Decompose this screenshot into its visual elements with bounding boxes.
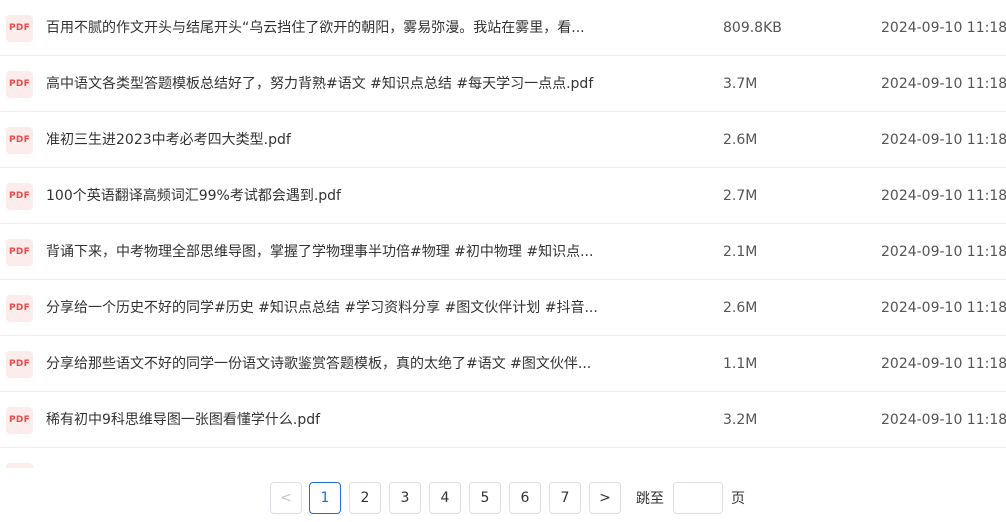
file-name-link[interactable]: 100个英语翻译高频词汇99%考试都会遇到.pdf [46, 168, 606, 224]
file-size: 2.6M [723, 132, 758, 148]
file-name-link[interactable]: 准初三生进2023中考必考四大类型.pdf [46, 112, 606, 168]
pdf-icon: PDF [6, 463, 33, 468]
file-date: 2024-09-10 11:18 [881, 132, 1006, 148]
pdf-icon: PDF [6, 239, 33, 266]
file-name-link[interactable]: 分享给那些语文不好的同学一份语文诗歌鉴赏答题模板，真的太绝了#语文 #图文伙伴.… [46, 336, 606, 392]
pdf-icon: PDF [6, 351, 33, 378]
pdf-icon: PDF [6, 71, 33, 98]
file-date: 2024-09-10 11:18 [881, 412, 1006, 428]
file-row[interactable]: PDF 分享给一个历史不好的同学#历史 #知识点总结 #学习资料分享 #图文伙伴… [0, 280, 1006, 336]
next-page-button[interactable]: > [589, 482, 621, 514]
file-size: 2.1M [723, 244, 758, 260]
page-button-3[interactable]: 3 [389, 482, 421, 514]
pdf-icon: PDF [6, 127, 33, 154]
file-list: PDF 百用不腻的作文开头与结尾开头“乌云挡住了欲开的朝阳，雾易弥漫。我站在雾里… [0, 0, 1006, 448]
file-date: 2024-09-10 11:18 [881, 20, 1006, 36]
jump-to-label: 跳至 [636, 491, 664, 507]
prev-page-button[interactable]: < [270, 482, 302, 514]
file-name-link[interactable]: 稀有初中9科思维导图一张图看懂学什么.pdf [46, 392, 606, 448]
page-button-6[interactable]: 6 [509, 482, 541, 514]
file-row-partial[interactable]: PDF [0, 448, 1006, 468]
file-size: 809.8KB [723, 20, 782, 36]
file-date: 2024-09-10 11:18 [881, 244, 1006, 260]
pdf-icon: PDF [6, 183, 33, 210]
file-name-link[interactable]: 分享给一个历史不好的同学#历史 #知识点总结 #学习资料分享 #图文伙伴计划 #… [46, 280, 606, 336]
pdf-icon: PDF [6, 407, 33, 434]
file-row[interactable]: PDF 背诵下来，中考物理全部思维导图，掌握了学物理事半功倍#物理 #初中物理 … [0, 224, 1006, 280]
file-row[interactable]: PDF 分享给那些语文不好的同学一份语文诗歌鉴赏答题模板，真的太绝了#语文 #图… [0, 336, 1006, 392]
file-row[interactable]: PDF 百用不腻的作文开头与结尾开头“乌云挡住了欲开的朝阳，雾易弥漫。我站在雾里… [0, 0, 1006, 56]
file-date: 2024-09-10 11:18 [881, 300, 1006, 316]
file-size: 3.7M [723, 76, 758, 92]
file-size: 2.7M [723, 188, 758, 204]
page-button-4[interactable]: 4 [429, 482, 461, 514]
page-button-7[interactable]: 7 [549, 482, 581, 514]
file-date: 2024-09-10 11:18 [881, 356, 1006, 372]
file-name-link[interactable]: 背诵下来，中考物理全部思维导图，掌握了学物理事半功倍#物理 #初中物理 #知识点… [46, 224, 606, 280]
pagination: < 1 2 3 4 5 6 7 > 跳至 页 [0, 482, 1006, 522]
jump-page-suffix: 页 [731, 491, 745, 507]
file-date: 2024-09-10 11:18 [881, 76, 1006, 92]
file-row[interactable]: PDF 稀有初中9科思维导图一张图看懂学什么.pdf 3.2M 2024-09-… [0, 392, 1006, 448]
file-row[interactable]: PDF 高中语文各类型答题模板总结好了，努力背熟#语文 #知识点总结 #每天学习… [0, 56, 1006, 112]
file-size: 3.2M [723, 412, 758, 428]
page-button-5[interactable]: 5 [469, 482, 501, 514]
file-size: 1.1M [723, 356, 758, 372]
file-row[interactable]: PDF 准初三生进2023中考必考四大类型.pdf 2.6M 2024-09-1… [0, 112, 1006, 168]
file-size: 2.6M [723, 300, 758, 316]
file-name-link[interactable]: 高中语文各类型答题模板总结好了，努力背熟#语文 #知识点总结 #每天学习一点点.… [46, 56, 606, 112]
file-date: 2024-09-10 11:18 [881, 188, 1006, 204]
pdf-icon: PDF [6, 15, 33, 42]
pdf-icon: PDF [6, 295, 33, 322]
jump-page-input[interactable] [673, 482, 723, 514]
file-row[interactable]: PDF 100个英语翻译高频词汇99%考试都会遇到.pdf 2.7M 2024-… [0, 168, 1006, 224]
page-button-2[interactable]: 2 [349, 482, 381, 514]
file-name-link[interactable]: 百用不腻的作文开头与结尾开头“乌云挡住了欲开的朝阳，雾易弥漫。我站在雾里，看..… [46, 0, 606, 56]
page-button-1[interactable]: 1 [309, 482, 341, 514]
